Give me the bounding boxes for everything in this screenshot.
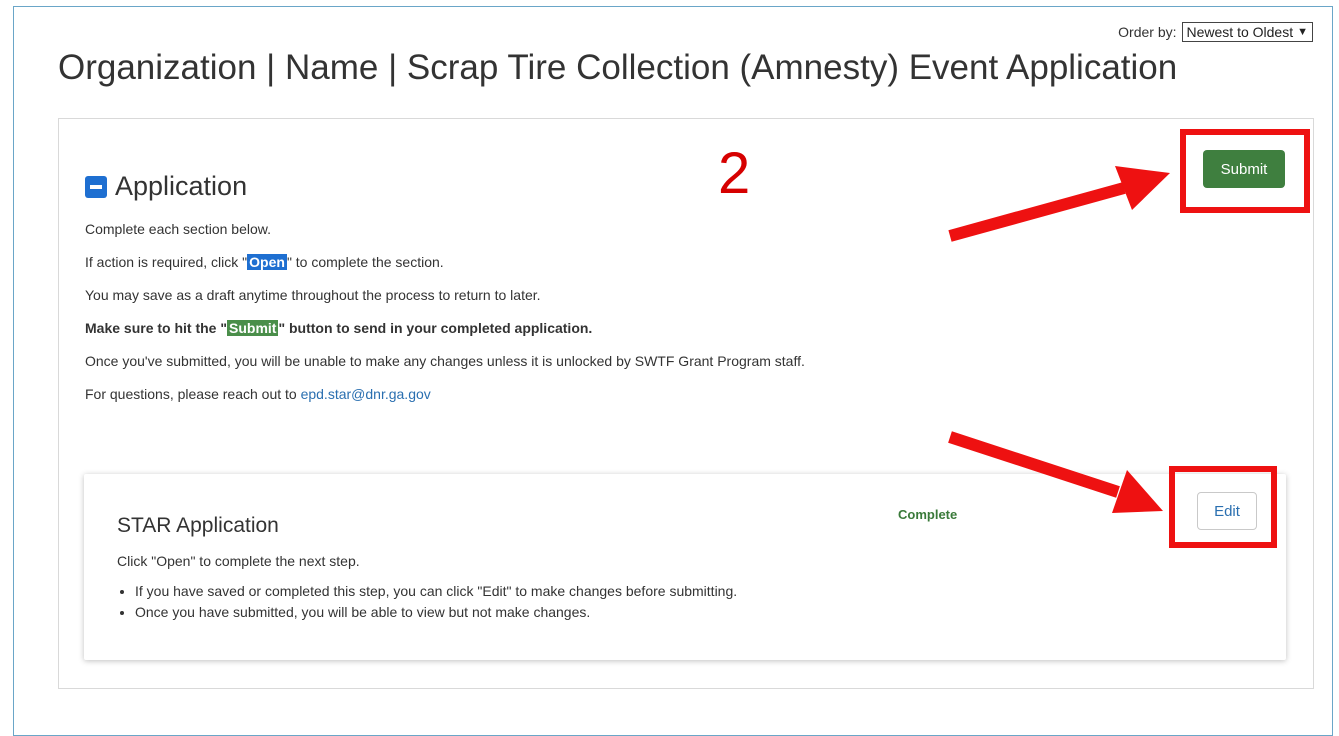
section-title: Application [115,171,248,201]
instruction-line: If action is required, click " Open " to c… [85,254,444,270]
submit-highlight: Submit [227,320,279,336]
instruction-line: You may save as a draft anytime througho… [85,287,541,303]
list-item: Once you have submitted, you will be abl… [135,602,737,623]
application-section-header[interactable]: Application [85,171,247,202]
status-badge: Complete [898,507,958,522]
application-instructions: Complete each section below. If action i… [85,219,875,417]
annotation-highlight-box [1180,129,1310,213]
instruction-line: Once you've submitted, you will be unabl… [85,353,805,369]
order-by-control: Order by: Newest to Oldest ▼ [1118,22,1313,42]
instruction-line: Complete each section below. [85,221,271,237]
collapse-minus-icon[interactable] [85,175,107,198]
instruction-line: Make sure to hit the " Submit " button to … [85,320,593,336]
order-by-label: Order by: [1118,24,1177,40]
instruction-line: For questions, please reach out to epd.s… [85,386,431,402]
order-by-select[interactable]: Newest to Oldest ▼ [1181,22,1313,42]
order-by-value: Newest to Oldest [1186,24,1294,40]
annotation-step-number: 2 [718,141,751,206]
open-highlight: Open [247,254,287,270]
card-bullet-list: If you have saved or completed this step… [117,581,737,623]
chevron-down-icon: ▼ [1297,26,1308,38]
list-item: If you have saved or completed this step… [135,581,737,602]
annotation-highlight-box [1169,466,1277,548]
card-instruction: Click "Open" to complete the next step. [117,553,360,569]
page-title: Organization | Name | Scrap Tire Collect… [58,48,1178,87]
card-title: STAR Application [117,514,279,537]
contact-email-link[interactable]: epd.star@dnr.ga.gov [301,386,431,402]
